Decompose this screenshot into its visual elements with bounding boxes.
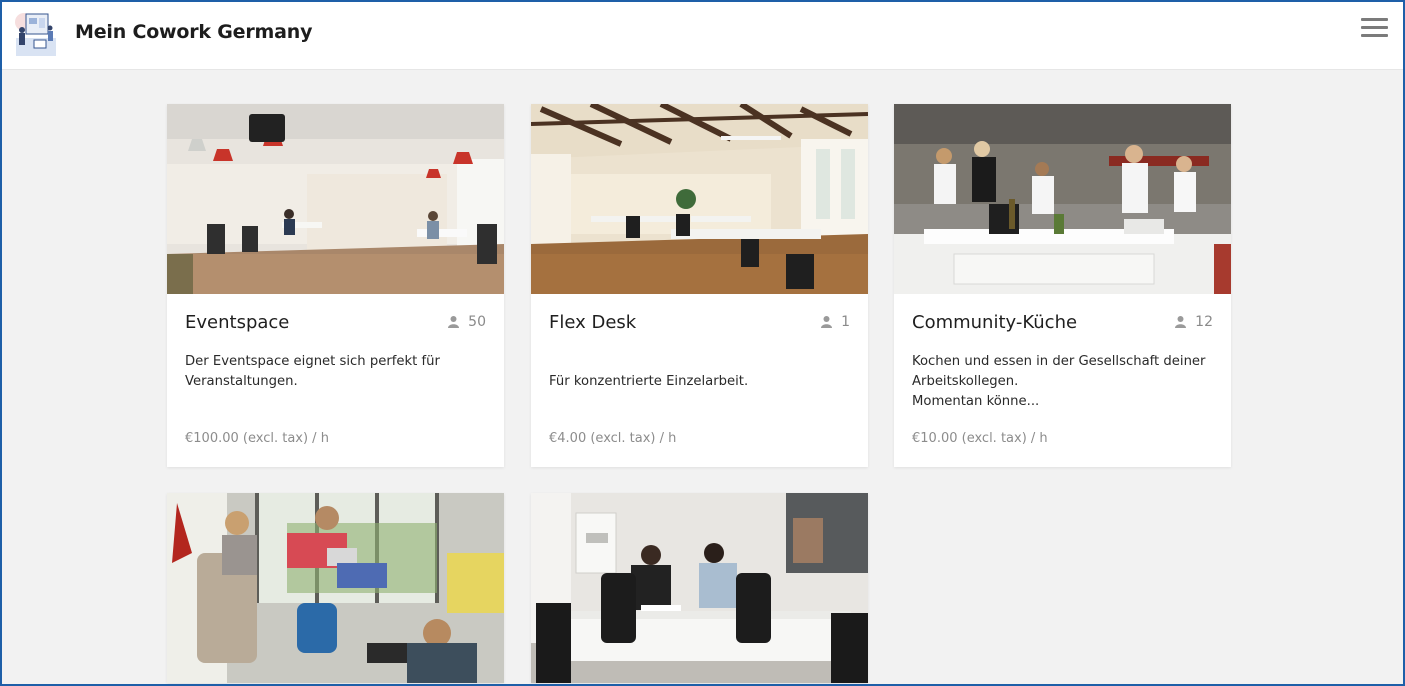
space-price: €100.00 (excl. tax) / h [185, 431, 329, 446]
space-price: €10.00 (excl. tax) / h [912, 431, 1048, 446]
description-line: Arbeitskollegen. [912, 374, 1019, 389]
description-line: Für konzentrierte Einzelarbeit. [549, 374, 749, 389]
cowork-logo-icon[interactable] [12, 10, 56, 58]
description-line: Kochen und essen in der Gesellschaft dei… [912, 354, 1206, 369]
capacity-value: 12 [1195, 314, 1213, 330]
space-card-body: Flex Desk 1 Für konzentrierte Einzelarbe… [531, 294, 868, 467]
brand-title[interactable]: Mein Cowork Germany [75, 21, 312, 43]
space-description: Der Eventspace eignet sich perfekt für V… [185, 352, 485, 392]
lounge-photo [167, 493, 504, 683]
description-line: Veranstaltungen. [185, 374, 298, 389]
person-icon [1175, 316, 1187, 328]
capacity-badge: 50 [448, 314, 486, 330]
space-description: Kochen und essen in der Gesellschaft dei… [912, 352, 1212, 412]
description-line [549, 352, 849, 372]
capacity-badge: 1 [821, 314, 850, 330]
open-office-photo [531, 104, 868, 294]
capacity-value: 1 [841, 314, 850, 330]
event-hall-photo [167, 104, 504, 294]
capacity-value: 50 [468, 314, 486, 330]
space-title[interactable]: Community-Küche [912, 312, 1213, 333]
space-card-body: Eventspace 50 Der Eventspace eignet sich… [167, 294, 504, 467]
person-icon [448, 316, 460, 328]
description-line: Der Eventspace eignet sich perfekt für [185, 354, 440, 369]
capacity-badge: 12 [1175, 314, 1213, 330]
kitchen-photo [894, 104, 1231, 294]
app-frame: Mein Cowork Germany Eventspace 50 Der Ev… [2, 2, 1403, 684]
space-price: €4.00 (excl. tax) / h [549, 431, 677, 446]
space-card-body: Community-Küche 12 Kochen und essen in d… [894, 294, 1231, 467]
person-icon [821, 316, 833, 328]
description-line: Momentan könne... [912, 394, 1040, 409]
space-card-flex-desk[interactable]: Flex Desk 1 Für konzentrierte Einzelarbe… [531, 104, 868, 467]
top-navbar: Mein Cowork Germany [2, 2, 1403, 70]
space-card-lounge[interactable] [167, 493, 504, 683]
space-card-meeting-room[interactable] [531, 493, 868, 683]
hamburger-menu-icon[interactable] [1361, 18, 1391, 44]
meeting-room-photo [531, 493, 868, 683]
space-card-eventspace[interactable]: Eventspace 50 Der Eventspace eignet sich… [167, 104, 504, 467]
space-card-community-kueche[interactable]: Community-Küche 12 Kochen und essen in d… [894, 104, 1231, 467]
space-title[interactable]: Flex Desk [549, 312, 850, 333]
space-description: Für konzentrierte Einzelarbeit. [549, 352, 849, 392]
space-title[interactable]: Eventspace [185, 312, 486, 333]
